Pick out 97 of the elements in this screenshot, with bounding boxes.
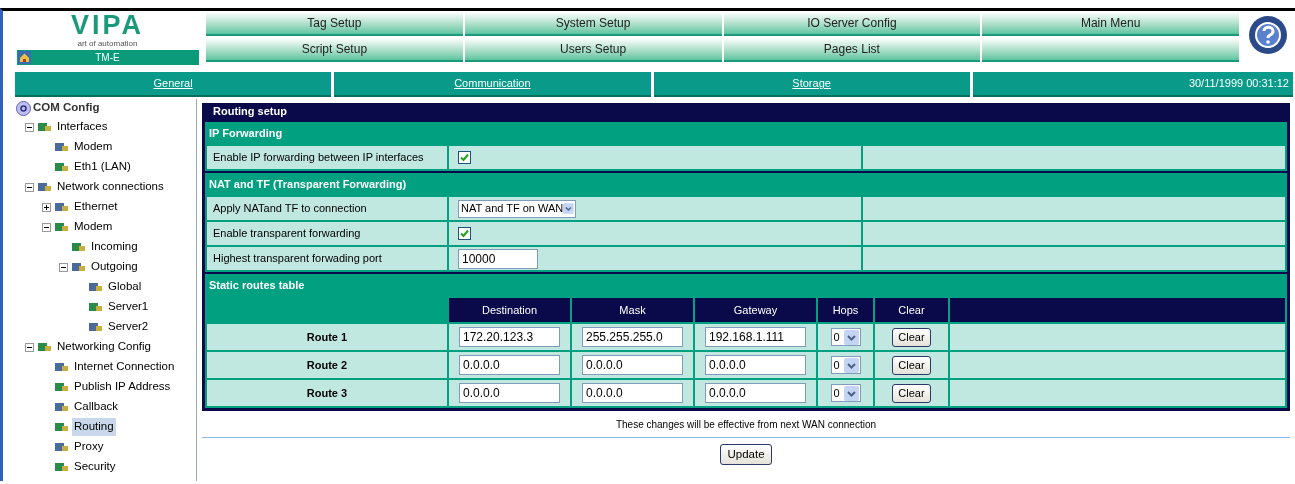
input-field[interactable]: 0.0.0.0 (459, 383, 560, 403)
menu-button[interactable]: System Setup (464, 12, 722, 36)
tree-item[interactable]: Incoming (89, 238, 140, 256)
node-icon (36, 340, 52, 354)
menu-button[interactable]: Main Menu (982, 12, 1239, 36)
node-icon (53, 140, 69, 154)
menu-button[interactable]: Pages List (723, 38, 981, 62)
input-field[interactable]: 192.168.1.111 (705, 327, 806, 347)
tree-item[interactable]: Security (72, 458, 118, 476)
hops-select[interactable]: 0 (830, 328, 861, 346)
tab-link[interactable]: Communication (454, 75, 531, 92)
clear-button[interactable]: Clear (892, 327, 931, 347)
checkbox[interactable] (458, 151, 471, 164)
tree-item[interactable]: Eth1 (LAN) (72, 158, 133, 176)
route-name: Route 2 (207, 352, 447, 378)
node-icon (53, 440, 69, 454)
device-name: TM-E (94, 51, 121, 65)
node-icon (53, 380, 69, 394)
column-header: Hops (818, 298, 873, 322)
node-icon (70, 260, 86, 274)
logo-tagline: art of automation (77, 39, 138, 48)
section-header: IP Forwarding (208, 125, 284, 141)
input-field[interactable]: 0.0.0.0 (705, 355, 806, 375)
column-header: Clear (875, 298, 948, 322)
column-header: Mask (572, 298, 693, 322)
column-header: Gateway (695, 298, 816, 322)
tree-item[interactable]: Modem (72, 218, 115, 236)
at-sign-icon (16, 100, 31, 116)
date-time: 30/11/1999 00:31:12 (972, 72, 1293, 97)
setting-label: Apply NATand TF to connection (207, 197, 447, 220)
input-field[interactable]: 0.0.0.0 (582, 355, 683, 375)
panel-title: Routing setup (212, 104, 288, 120)
input-field[interactable]: 0.0.0.0 (582, 383, 683, 403)
clear-button[interactable]: Clear (892, 355, 931, 375)
setting-label: Enable IP forwarding between IP interfaces (207, 146, 447, 169)
menu-button[interactable]: Script Setup (206, 38, 463, 62)
tree-item[interactable]: Publish IP Address (72, 378, 173, 396)
route-name: Route 3 (207, 380, 447, 406)
tree-item[interactable]: Modem (72, 138, 115, 156)
tab-link[interactable]: General (153, 75, 193, 92)
tree-item[interactable]: Network connections (55, 178, 166, 196)
tree-item[interactable]: Server2 (106, 318, 151, 336)
tree-item[interactable]: Callback (72, 398, 121, 416)
expander-icon[interactable] (42, 202, 51, 212)
tree-item[interactable]: Networking Config (55, 338, 153, 356)
tree-item[interactable]: Global (106, 278, 144, 296)
help-icon[interactable] (1247, 14, 1289, 56)
notice-text: These changes will be effective from next WAN connection (614, 418, 878, 432)
input-field[interactable]: 0.0.0.0 (459, 355, 560, 375)
section-header: NAT and TF (Transparent Forwarding) (208, 176, 408, 192)
expander-icon[interactable] (59, 262, 68, 272)
node-icon (53, 200, 69, 214)
tree-item[interactable]: Routing (72, 418, 116, 436)
menu-button[interactable]: IO Server Config (723, 12, 981, 36)
input-field[interactable]: 10000 (458, 248, 538, 269)
tree-item[interactable]: Proxy (72, 438, 106, 456)
expander-icon[interactable] (25, 122, 34, 132)
node-icon (53, 160, 69, 174)
node-icon (53, 400, 69, 414)
menu-button[interactable]: Users Setup (464, 38, 722, 62)
node-icon (53, 420, 69, 434)
expander-icon[interactable] (25, 342, 34, 352)
expander-icon[interactable] (25, 182, 34, 192)
route-name: Route 1 (207, 324, 447, 350)
expander-icon[interactable] (42, 222, 51, 232)
node-icon (36, 120, 52, 134)
tree-root[interactable]: COM Config (33, 99, 100, 117)
connection-select[interactable]: NAT and TF on WAN (458, 199, 576, 218)
menu-button[interactable]: Tag Setup (206, 12, 463, 36)
tree-item[interactable]: Ethernet (72, 198, 120, 216)
tree-item[interactable]: Outgoing (89, 258, 140, 276)
tree-item[interactable]: Server1 (106, 298, 151, 316)
hops-select[interactable]: 0 (830, 384, 861, 402)
logo: VIPA (71, 12, 144, 39)
node-icon (87, 280, 103, 294)
node-icon (87, 300, 103, 314)
setting-label: Highest transparent forwading port (207, 247, 447, 270)
setting-label: Enable transparent forwarding (207, 222, 447, 245)
input-field[interactable]: 172.20.123.3 (459, 327, 560, 347)
hops-select[interactable]: 0 (830, 356, 861, 374)
checkbox[interactable] (458, 227, 471, 240)
input-field[interactable]: 255.255.255.0 (582, 327, 683, 347)
node-icon (53, 220, 69, 234)
section-header: Static routes table (208, 277, 306, 293)
home-icon[interactable] (17, 51, 31, 64)
tab-link[interactable]: Storage (792, 75, 831, 92)
node-icon (87, 320, 103, 334)
clear-button[interactable]: Clear (892, 383, 931, 403)
column-header: Destination (449, 298, 570, 322)
tree-item[interactable]: Internet Connection (72, 358, 177, 376)
node-icon (36, 180, 52, 194)
node-icon (70, 240, 86, 254)
node-icon (53, 460, 69, 474)
node-icon (53, 360, 69, 374)
update-button[interactable]: Update (720, 444, 772, 465)
tree-item[interactable]: Interfaces (55, 118, 110, 136)
input-field[interactable]: 0.0.0.0 (705, 383, 806, 403)
